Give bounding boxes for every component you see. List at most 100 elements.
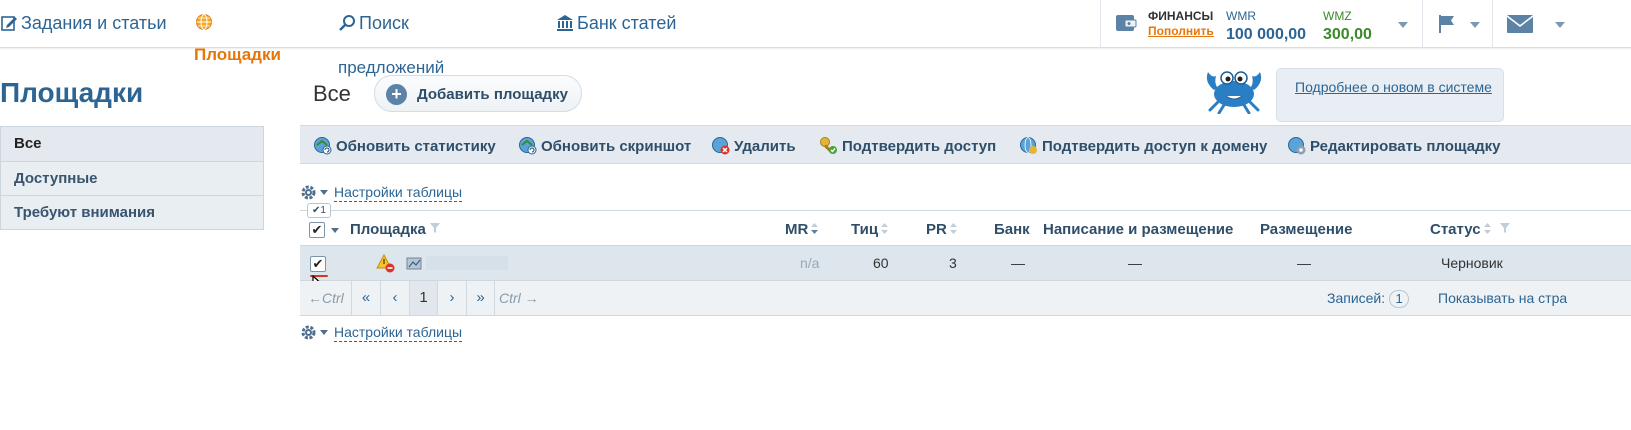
delete-label: Удалить (734, 138, 796, 155)
select-options-chevron-icon[interactable] (331, 228, 339, 233)
table-header-row: ✔ Площадка MR Тиц PR Банк Написание и ра… (300, 210, 1631, 246)
column-header-pr[interactable]: PR (926, 221, 957, 238)
filter-funnel-icon[interactable] (429, 221, 441, 238)
table-settings-top[interactable]: Настройки таблицы (300, 184, 463, 204)
cell-status: Черновик (1441, 255, 1503, 271)
refresh-screenshot-button[interactable]: Обновить скриншот (518, 136, 691, 159)
sort-arrows-icon (881, 221, 889, 238)
filter-subtitle: Все (313, 81, 351, 106)
globe-icon[interactable] (195, 13, 213, 35)
selected-count-badge: ✔1 (307, 203, 331, 218)
sort-arrows-icon (949, 221, 957, 238)
confirm-domain-access-button[interactable]: Подтвердить доступ к домену (1019, 136, 1267, 159)
column-header-mr[interactable]: MR (785, 221, 819, 238)
confirm-domain-label: Подтвердить доступ к домену (1042, 138, 1268, 155)
crab-mascot-icon (1202, 64, 1266, 119)
row-checkbox[interactable]: ✔ (310, 256, 326, 272)
magnifier-icon (338, 14, 356, 36)
screenshot-icon[interactable] (406, 255, 422, 276)
finance-panel: ФИНАНСЫ Пополнить WMR 100 000,00 WMZ 300… (1100, 0, 1422, 48)
envelope-icon[interactable] (1506, 14, 1534, 39)
flag-icon[interactable] (1437, 14, 1457, 39)
finance-title: ФИНАНСЫ (1148, 9, 1214, 23)
wmr-balance: 100 000,00 (1226, 26, 1307, 43)
flag-dropdown-caret-icon[interactable] (1470, 22, 1480, 28)
table-settings-link[interactable]: Настройки таблицы (334, 184, 463, 202)
delete-globe-icon (711, 136, 730, 159)
cell-mr: n/a (800, 255, 820, 271)
nav-bank-label: Банк статей (577, 13, 677, 33)
divider (1492, 0, 1493, 48)
platform-url-placeholder[interactable] (426, 256, 508, 270)
mail-dropdown-caret-icon[interactable] (1555, 22, 1565, 28)
add-platform-label: Добавить площадку (417, 86, 568, 103)
column-header-status[interactable]: Статус (1430, 221, 1511, 238)
per-page-selector[interactable]: Показывать на стра (1438, 290, 1567, 306)
news-promo-link[interactable]: Подробнее о новом в системе (1295, 77, 1495, 97)
page-current-button[interactable]: 1 (409, 281, 437, 315)
page-next-button[interactable]: › (437, 281, 466, 315)
column-header-bank: Банк (994, 221, 1030, 238)
sort-arrows-icon (1483, 221, 1491, 238)
chevron-down-icon (320, 330, 328, 335)
edit-globe-icon (1287, 136, 1306, 159)
page-first-button[interactable]: « (351, 281, 380, 315)
page-prev-button[interactable]: ‹ (380, 281, 409, 315)
table-settings-link[interactable]: Настройки таблицы (334, 324, 463, 342)
cell-bank: — (1011, 255, 1025, 271)
nav-platforms-label[interactable]: Площадки (194, 46, 281, 64)
filter-funnel-icon[interactable] (1499, 221, 1511, 238)
topup-link[interactable]: Пополнить (1148, 24, 1214, 38)
cell-writing-placement: — (1128, 255, 1142, 271)
actions-toolbar: Обновить статистику Обновить скриншот Уд… (300, 125, 1631, 164)
key-warning-icon[interactable] (376, 253, 396, 279)
pagination-bar: ←Ctrl « ‹ 1 › » Ctrl → Записей: 1 Показыв… (300, 281, 1631, 316)
finance-dropdown-caret-icon[interactable] (1398, 22, 1408, 28)
wmr-label: WMR (1226, 9, 1256, 23)
nav-search-link[interactable]: Поиск (338, 13, 409, 36)
column-header-placement: Размещение (1260, 221, 1353, 238)
edit-platform-button[interactable]: Редактировать площадку (1287, 136, 1500, 159)
news-promo-box: Подробнее о новом в системе (1276, 68, 1504, 122)
wmz-balance: 300,00 (1323, 26, 1372, 43)
gear-icon (300, 184, 317, 204)
domain-globe-icon (1019, 136, 1038, 159)
refresh-screenshot-label: Обновить скриншот (541, 138, 692, 155)
cell-placement: — (1297, 255, 1311, 271)
sidebar-item-all[interactable]: Все (1, 127, 263, 161)
sidebar-item-available[interactable]: Доступные (1, 161, 263, 195)
table-row[interactable]: ✔ n/a 60 3 — — — Черновик (300, 246, 1631, 281)
sidebar-filter-menu: Все Доступные Требуют внимания (0, 126, 264, 230)
confirm-access-button[interactable]: Подтвердить доступ (819, 136, 996, 159)
add-platform-button[interactable]: + Добавить площадку (374, 75, 582, 112)
refresh-globe-icon (518, 136, 537, 159)
table-settings-bottom[interactable]: Настройки таблицы (300, 324, 463, 344)
refresh-stats-button[interactable]: Обновить статистику (313, 136, 496, 159)
wmz-label: WMZ (1323, 9, 1352, 23)
page-last-button[interactable]: » (466, 281, 495, 315)
cell-tic: 60 (873, 255, 889, 271)
records-count: Записей: 1 (1327, 290, 1410, 308)
edit-platform-label: Редактировать площадку (1310, 138, 1501, 155)
ctrl-left-hint: ←Ctrl (308, 290, 344, 306)
delete-button[interactable]: Удалить (711, 136, 796, 159)
refresh-stats-label: Обновить статистику (336, 138, 496, 155)
select-all-checkbox[interactable]: ✔ (309, 222, 325, 238)
column-header-tic[interactable]: Тиц (851, 221, 889, 238)
nav-tasks-link[interactable]: Задания и статьи (0, 13, 167, 36)
sidebar-item-need-attention[interactable]: Требуют внимания (1, 195, 263, 229)
edit-icon (0, 14, 18, 36)
wallet-icon[interactable] (1115, 12, 1137, 39)
top-navigation-bar: Задания и статьи Поиск Банк статей ФИНАН… (0, 0, 1631, 48)
chevron-down-icon (320, 190, 328, 195)
sort-arrows-icon (811, 221, 819, 238)
cell-pr: 3 (949, 255, 957, 271)
nav-bank-link[interactable]: Банк статей (556, 13, 676, 36)
confirm-access-label: Подтвердить доступ (842, 138, 997, 155)
page-title: Площадки (0, 77, 144, 108)
key-icon (819, 136, 838, 159)
plus-icon: + (386, 84, 407, 105)
nav-search-label: Поиск (359, 13, 409, 33)
column-header-platform[interactable]: Площадка (350, 221, 441, 238)
divider (1422, 0, 1423, 48)
